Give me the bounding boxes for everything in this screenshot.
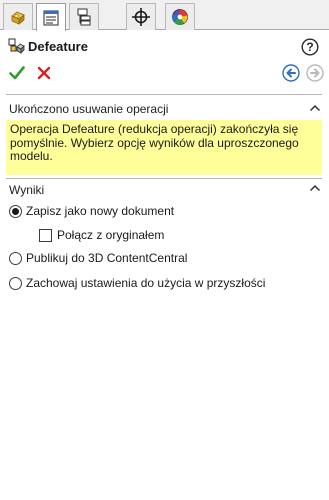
ok-check-icon[interactable] [8, 64, 26, 82]
option-save-new-document[interactable]: Zapisz jako nowy dokument [9, 204, 174, 218]
status-section-title: Ukończono usuwanie operacji [9, 102, 169, 116]
status-message-line: Operacja Defeature (redukcja operacji) z… [10, 122, 299, 136]
radio-selected-dot [12, 207, 19, 215]
status-message-line: modelu. [10, 149, 53, 163]
option-label: Zachowaj ustawienia do użycia w przyszło… [26, 276, 266, 290]
results-section-title: Wyniki [9, 183, 45, 197]
option-label: Połącz z oryginałem [57, 228, 165, 242]
forward-arrow-icon [306, 64, 324, 82]
tab-property-manager[interactable] [36, 3, 66, 31]
option-label: Publikuj do 3D ContentCentral [26, 251, 188, 265]
help-icon[interactable]: ? [301, 38, 319, 56]
section-divider [6, 94, 322, 95]
checkbox-link-original[interactable] [39, 228, 52, 242]
status-message: Operacja Defeature (redukcja operacji) z… [6, 120, 322, 175]
tab-display-manager[interactable] [165, 3, 195, 30]
collapse-chevron-up-icon[interactable] [309, 183, 321, 193]
collapse-chevron-up-icon[interactable] [309, 103, 321, 113]
crosshair-icon [132, 8, 150, 26]
feature-manager-icon [11, 11, 25, 25]
help-label: ? [306, 40, 313, 54]
appearance-sphere-icon [172, 9, 188, 25]
cancel-x-icon[interactable] [35, 64, 53, 82]
action-toolbar [0, 62, 329, 86]
property-manager-header: Defeature ? [0, 34, 329, 60]
option-link-original[interactable]: Połącz z oryginałem [39, 228, 164, 242]
page-title: Defeature [28, 39, 88, 54]
tab-dimxpert-manager[interactable] [126, 3, 156, 30]
radio-publish-3d-contentcentral[interactable] [9, 251, 22, 265]
defeature-icon [8, 38, 25, 54]
option-keep-settings[interactable]: Zachowaj ustawienia do użycia w przyszło… [9, 276, 265, 290]
manager-tab-strip [0, 0, 329, 31]
back-arrow-icon[interactable] [282, 64, 300, 82]
option-publish-3d-contentcentral[interactable]: Publikuj do 3D ContentCentral [9, 251, 187, 265]
option-label: Zapisz jako nowy dokument [26, 204, 175, 218]
radio-save-new-document[interactable] [9, 204, 22, 218]
radio-keep-settings[interactable] [9, 276, 22, 290]
configuration-manager-icon [77, 8, 91, 26]
tab-configuration-manager[interactable] [69, 3, 99, 30]
tab-feature-manager[interactable] [3, 3, 33, 30]
section-divider [6, 178, 322, 179]
status-message-line: pomyślnie. Wybierz opcję wyników dla upr… [10, 135, 299, 150]
property-manager-icon [43, 10, 59, 25]
